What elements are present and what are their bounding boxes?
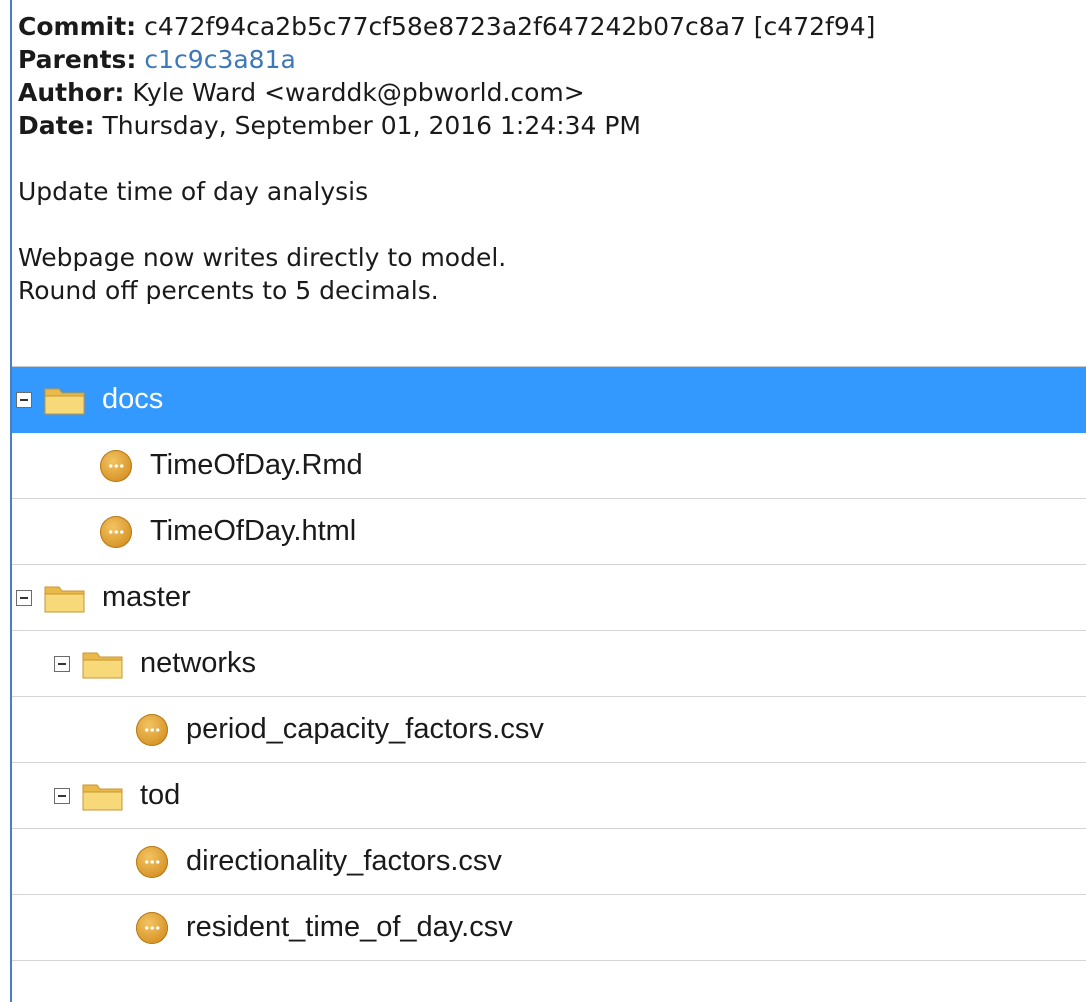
date-label: Date: <box>18 111 95 140</box>
collapse-toggle-icon[interactable] <box>54 655 70 672</box>
commit-message-subject: Update time of day analysis <box>18 177 369 206</box>
file-label: TimeOfDay.html <box>150 515 357 547</box>
parents-line: Parents: c1c9c3a81a <box>18 43 1086 76</box>
commit-hash: c472f94ca2b5c77cf58e8723a2f647242b07c8a7… <box>144 12 876 41</box>
tree-file[interactable]: TimeOfDay.Rmd <box>12 433 1086 499</box>
folder-icon <box>44 388 85 414</box>
modified-file-icon <box>100 515 132 548</box>
folder-label: networks <box>140 647 257 679</box>
parent-hash-link[interactable]: c1c9c3a81a <box>144 45 295 74</box>
folder-label: tod <box>140 779 181 811</box>
changed-files-tree: docs TimeOfDay.Rmd TimeOfDay.html master <box>12 366 1086 961</box>
collapse-toggle-icon[interactable] <box>16 589 32 606</box>
modified-file-icon <box>136 845 168 878</box>
author-line: Author: Kyle Ward <warddk@pbworld.com> <box>18 76 1086 109</box>
modified-file-icon <box>136 713 168 746</box>
collapse-toggle-icon[interactable] <box>16 391 32 408</box>
tree-folder-master[interactable]: master <box>12 565 1086 631</box>
tree-folder-tod[interactable]: tod <box>12 763 1086 829</box>
folder-label: master <box>102 581 191 613</box>
tree-file[interactable]: TimeOfDay.html <box>12 499 1086 565</box>
tree-file[interactable]: period_capacity_factors.csv <box>12 697 1086 763</box>
commit-details-panel: Commit: c472f94ca2b5c77cf58e8723a2f64724… <box>10 0 1086 1002</box>
parents-label: Parents: <box>18 45 137 74</box>
commit-message-body-line: Webpage now writes directly to model. <box>18 243 507 272</box>
modified-file-icon <box>136 911 168 944</box>
modified-file-icon <box>100 449 132 482</box>
file-label: TimeOfDay.Rmd <box>150 449 363 481</box>
file-label: period_capacity_factors.csv <box>186 713 544 745</box>
collapse-toggle-icon[interactable] <box>54 787 70 804</box>
commit-info: Commit: c472f94ca2b5c77cf58e8723a2f64724… <box>12 0 1086 307</box>
tree-file[interactable]: directionality_factors.csv <box>12 829 1086 895</box>
folder-icon <box>44 586 85 612</box>
folder-icon <box>82 784 123 810</box>
commit-label: Commit: <box>18 12 137 41</box>
author-value: Kyle Ward <warddk@pbworld.com> <box>132 78 585 107</box>
folder-label: docs <box>102 383 164 415</box>
tree-folder-docs[interactable]: docs <box>12 367 1086 433</box>
file-label: directionality_factors.csv <box>186 845 502 877</box>
commit-message-body-line: Round off percents to 5 decimals. <box>18 276 439 305</box>
commit-line: Commit: c472f94ca2b5c77cf58e8723a2f64724… <box>18 10 1086 43</box>
author-label: Author: <box>18 78 125 107</box>
folder-icon <box>82 652 123 678</box>
tree-file[interactable]: resident_time_of_day.csv <box>12 895 1086 961</box>
tree-folder-networks[interactable]: networks <box>12 631 1086 697</box>
date-line: Date: Thursday, September 01, 2016 1:24:… <box>18 109 1086 142</box>
file-label: resident_time_of_day.csv <box>186 911 513 943</box>
date-value: Thursday, September 01, 2016 1:24:34 PM <box>102 111 641 140</box>
